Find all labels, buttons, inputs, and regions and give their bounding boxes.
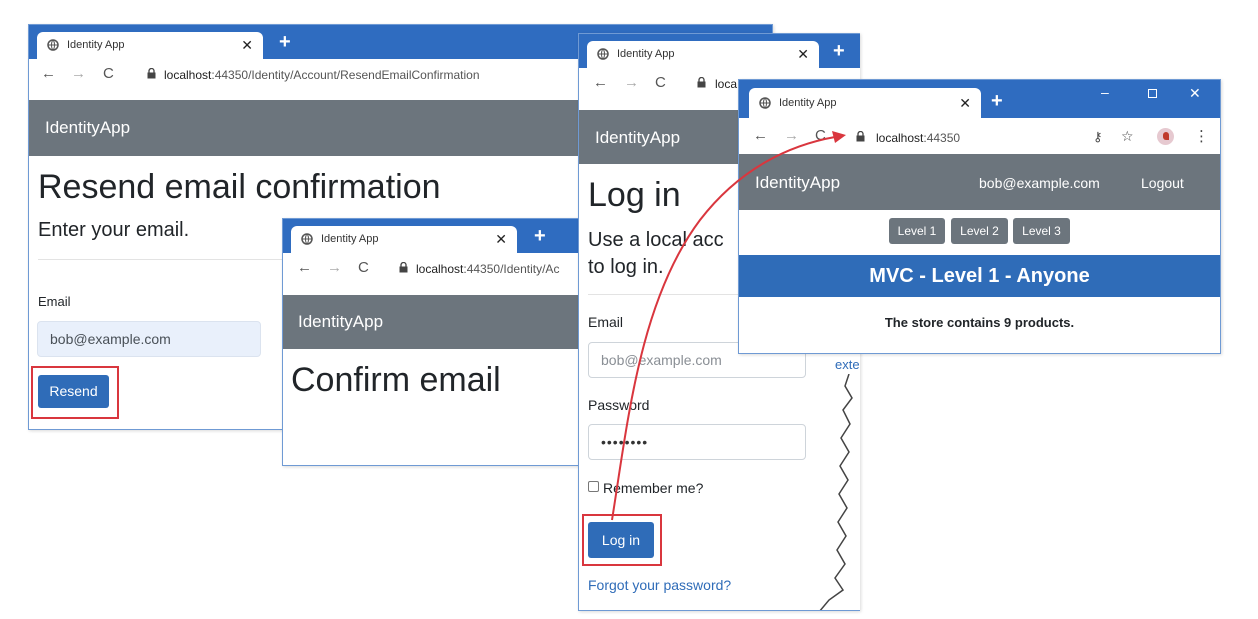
side-link[interactable]: exte — [835, 357, 860, 372]
brand-link[interactable]: IdentityApp — [595, 128, 680, 148]
page-banner: MVC - Level 1 - Anyone — [739, 255, 1220, 297]
browser-tab[interactable]: Identity App ✕ — [291, 226, 517, 254]
close-tab-icon[interactable]: ✕ — [959, 95, 971, 112]
new-tab-icon[interactable]: + — [279, 31, 291, 54]
browser-tab[interactable]: Identity App ✕ — [587, 41, 819, 69]
reload-icon[interactable]: C — [103, 65, 114, 82]
forgot-password-link[interactable]: Forgot your password? — [588, 577, 731, 593]
user-email: bob@example.com — [979, 175, 1100, 191]
tab-title: Identity App — [779, 97, 837, 109]
page-title: Log in — [588, 176, 681, 214]
lock-icon — [147, 68, 156, 79]
tab-strip: Identity App ✕ + — [579, 34, 860, 69]
new-tab-icon[interactable]: + — [991, 90, 1003, 113]
lock-icon — [697, 77, 706, 88]
page-title: Confirm email — [291, 361, 501, 399]
email-label: Email — [38, 294, 71, 309]
lock-icon — [856, 131, 865, 142]
profile-avatar[interactable] — [1157, 128, 1174, 145]
reload-icon[interactable]: C — [655, 74, 666, 91]
remember-checkbox[interactable] — [588, 481, 599, 492]
page-title: Resend email confirmation — [38, 168, 441, 206]
back-icon[interactable]: ← — [41, 65, 56, 82]
forward-icon[interactable]: → — [784, 127, 799, 144]
level-bar: Level 1 Level 2 Level 3 — [739, 210, 1220, 254]
globe-icon — [47, 39, 59, 51]
key-icon[interactable]: ⚷ — [1093, 129, 1103, 145]
navbar: IdentityApp — [283, 295, 591, 349]
password-label: Password — [588, 397, 650, 413]
tab-title: Identity App — [617, 48, 675, 60]
menu-dots-icon[interactable]: ⋮ — [1194, 127, 1209, 145]
close-tab-icon[interactable]: ✕ — [495, 231, 507, 248]
navbar: IdentityApp bob@example.com Logout — [739, 154, 1220, 210]
page-subtitle-line2: to log in. — [588, 256, 664, 278]
globe-icon — [597, 48, 609, 60]
url-text[interactable]: localhost:44350/Identity/Ac — [416, 262, 559, 276]
level-2-button[interactable]: Level 2 — [951, 218, 1008, 244]
divider — [38, 259, 298, 260]
tab-strip: Identity App ✕ + – ✕ — [739, 80, 1220, 118]
url-text[interactable]: localhost:44350 — [876, 131, 960, 145]
minimize-icon[interactable]: – — [1101, 84, 1109, 100]
brand-link[interactable]: IdentityApp — [45, 118, 130, 138]
address-bar: ← → C localhost:44350 ⚷ ☆ ⋮ — [739, 118, 1220, 154]
browser-window-mvc: Identity App ✕ + – ✕ ← → C localhost:443… — [738, 79, 1221, 354]
highlight-box — [31, 366, 119, 419]
new-tab-icon[interactable]: + — [534, 225, 546, 248]
level-1-button[interactable]: Level 1 — [889, 218, 945, 244]
page-subtitle: Enter your email. — [38, 219, 190, 241]
lock-icon — [399, 262, 408, 273]
browser-tab[interactable]: Identity App ✕ — [37, 32, 263, 60]
forward-icon[interactable]: → — [624, 74, 639, 91]
globe-icon — [759, 97, 771, 109]
tab-strip: Identity App ✕ + — [283, 219, 591, 254]
logout-link[interactable]: Logout — [1141, 175, 1184, 191]
browser-tab[interactable]: Identity App ✕ — [749, 88, 981, 118]
star-icon[interactable]: ☆ — [1121, 128, 1134, 145]
back-icon[interactable]: ← — [297, 259, 312, 276]
maximize-icon[interactable] — [1148, 89, 1157, 98]
globe-icon — [301, 233, 313, 245]
remember-label[interactable]: Remember me? — [603, 480, 703, 496]
address-bar: ← → C localhost:44350/Identity/Ac — [283, 253, 591, 283]
email-label: Email — [588, 314, 624, 330]
email-field[interactable]: bob@example.com — [37, 321, 261, 357]
url-text[interactable]: localhost:44350/Identity/Account/ResendE… — [164, 68, 480, 82]
browser-window-confirm: Identity App ✕ + ← → C localhost:44350/I… — [282, 218, 592, 466]
back-icon[interactable]: ← — [593, 74, 608, 91]
brand-link[interactable]: IdentityApp — [298, 312, 383, 332]
page-subtitle-line1: Use a local acc — [588, 229, 724, 251]
back-icon[interactable]: ← — [753, 127, 768, 144]
password-field[interactable]: •••••••• — [588, 424, 806, 460]
close-tab-icon[interactable]: ✕ — [241, 37, 253, 54]
torn-edge — [819, 374, 860, 610]
reload-icon[interactable]: C — [358, 259, 369, 276]
url-text[interactable]: loca — [715, 77, 737, 91]
reload-icon[interactable]: C — [815, 127, 826, 144]
forward-icon[interactable]: → — [327, 259, 342, 276]
store-message: The store contains 9 products. — [884, 315, 1075, 330]
close-tab-icon[interactable]: ✕ — [797, 46, 809, 63]
close-window-icon[interactable]: ✕ — [1189, 85, 1201, 102]
new-tab-icon[interactable]: + — [833, 40, 845, 63]
brand-link[interactable]: IdentityApp — [755, 173, 840, 193]
tab-title: Identity App — [67, 39, 125, 51]
highlight-box — [582, 514, 662, 566]
level-3-button[interactable]: Level 3 — [1013, 218, 1070, 244]
forward-icon[interactable]: → — [71, 65, 86, 82]
tab-title: Identity App — [321, 233, 379, 245]
